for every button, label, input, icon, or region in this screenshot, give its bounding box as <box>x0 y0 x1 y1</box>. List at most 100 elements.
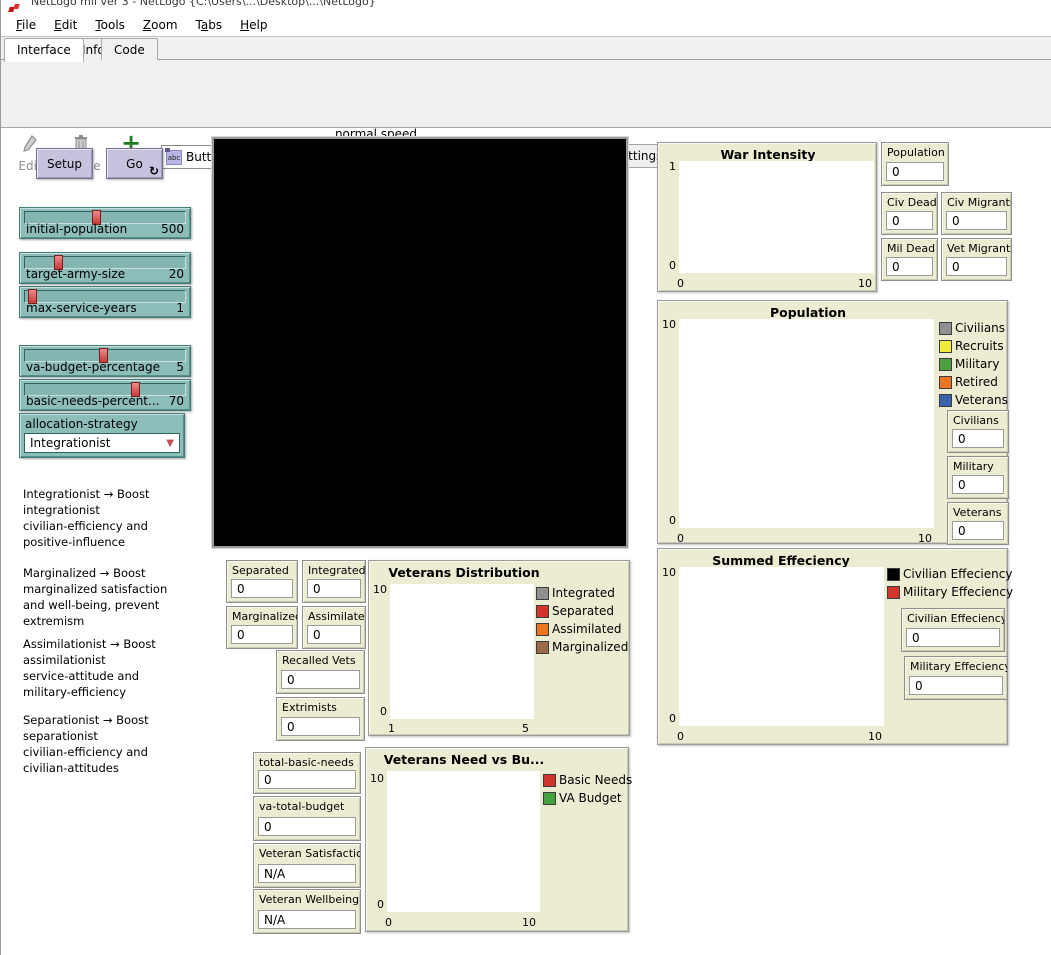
slider-va-budget-percentage[interactable]: va-budget-percentage5 <box>19 345 191 377</box>
plot-canvas <box>679 319 934 528</box>
monitor-label: Integrated <box>308 564 365 577</box>
legend-swatch <box>939 358 952 371</box>
legend-label: Separated <box>552 604 614 618</box>
slider-initial-population[interactable]: initial-population 500 <box>19 207 191 239</box>
chooser-label: allocation-strategy <box>25 417 184 431</box>
monitor-value: 0 <box>307 579 361 598</box>
monitor-value: 0 <box>281 717 360 736</box>
monitor-label: Marginalized <box>232 610 297 623</box>
menu-file[interactable]: File <box>7 15 45 35</box>
chooser-dropdown-icon: ▼ <box>166 438 174 449</box>
legend-swatch <box>887 568 900 581</box>
plot-canvas <box>679 567 884 726</box>
slider-value: 70 <box>169 394 184 408</box>
legend-label: Retired <box>955 375 998 389</box>
slider-target-army-size[interactable]: target-army-size20 <box>19 252 191 284</box>
legend-label: Marginalized <box>552 640 628 654</box>
legend-label: Recruits <box>955 339 1004 353</box>
netlogo-window: NetLogo mil ver 3 - NetLogo {C:\Users\..… <box>0 0 1051 955</box>
chooser-allocation-strategy[interactable]: allocation-strategy Integrationist ▼ <box>19 413 185 458</box>
legend-swatch <box>939 394 952 407</box>
forever-icon: ↻ <box>149 166 159 176</box>
slider-basic-needs-percent[interactable]: basic-needs-percent... 70 <box>19 379 191 411</box>
monitor-value: 0 <box>307 625 361 644</box>
x-axis-min: 1 <box>388 722 395 735</box>
legend-swatch <box>543 792 556 805</box>
monitor-label: Extrimists <box>282 701 364 714</box>
legend-swatch <box>887 586 900 599</box>
monitor-total-basic-needs: total-basic-needs 0 <box>253 752 361 794</box>
y-axis-max: 10 <box>660 566 676 579</box>
monitor-value: 0 <box>258 817 356 836</box>
monitor-label: Military <box>953 460 1008 473</box>
plot-canvas <box>679 161 874 273</box>
monitor-separated: Separated 0 <box>226 560 298 603</box>
monitor-va-total-budget: va-total-budget 0 <box>253 796 361 841</box>
y-axis-min: 0 <box>660 514 676 527</box>
x-axis-max: 5 <box>522 722 529 735</box>
slider-label: basic-needs-percent... <box>26 394 159 408</box>
world-view <box>212 137 628 548</box>
note-marginalized: Marginalized → Boost marginalized satisf… <box>23 565 191 629</box>
tab-strip: Interface Info Code <box>1 36 1051 60</box>
menu-edit[interactable]: Edit <box>45 15 86 35</box>
monitor-label: Veteran Satisfaction <box>259 847 360 860</box>
monitor-population: Population 0 <box>881 142 949 186</box>
x-axis-min: 0 <box>677 532 684 545</box>
tab-interface[interactable]: Interface <box>4 38 84 62</box>
menu-tools[interactable]: Tools <box>86 15 134 35</box>
y-axis-max: 10 <box>368 772 384 785</box>
monitor-vet-migrants: Vet Migrants 0 <box>941 238 1012 281</box>
plot-veterans-distribution: Veterans Distribution 10 0 1 5 Integrate… <box>368 560 630 736</box>
menu-tabs[interactable]: Tabs <box>187 15 232 35</box>
chooser-select[interactable]: Integrationist ▼ <box>24 433 180 453</box>
note-integrationist: Integrationist → Boost integrationist ci… <box>23 486 191 550</box>
monitor-label: Separated <box>232 564 297 577</box>
plot-title: Population <box>658 305 958 320</box>
monitor-value: 0 <box>946 257 1007 276</box>
monitor-label: Civ Migrants <box>947 196 1011 209</box>
slider-label: initial-population <box>26 222 127 236</box>
monitor-recalled-vets: Recalled Vets 0 <box>276 650 365 694</box>
monitor-military: Military 0 <box>947 456 1009 499</box>
monitor-value: N/A <box>258 910 356 929</box>
monitor-label: Population <box>887 146 948 159</box>
monitor-value: 0 <box>258 770 356 789</box>
monitor-label: Mil Dead <box>887 242 937 255</box>
monitor-value: N/A <box>258 864 356 883</box>
monitor-value: 0 <box>906 628 1000 647</box>
slider-max-service-years[interactable]: max-service-years1 <box>19 286 191 318</box>
monitor-veteran-wellbeing: Veteran Wellbeing N/A <box>253 889 361 934</box>
legend-label: Civilians <box>955 321 1005 335</box>
tab-code[interactable]: Code <box>101 38 158 61</box>
monitor-label: va-total-budget <box>259 800 360 813</box>
legend-swatch <box>536 641 549 654</box>
interface-toolbar: Edit Delete + Add abc Button ▼ normal sp… <box>1 60 1051 128</box>
x-axis-max: 10 <box>858 277 872 290</box>
monitor-veterans: Veterans 0 <box>947 502 1009 545</box>
plot-legend: Basic Needs VA Budget <box>543 771 632 807</box>
legend-label: Military Effeciency <box>903 585 1013 599</box>
slider-value: 500 <box>161 222 184 236</box>
slider-label: max-service-years <box>26 301 137 315</box>
menu-zoom[interactable]: Zoom <box>134 15 187 35</box>
y-axis-max: 10 <box>371 583 387 596</box>
legend-swatch <box>939 376 952 389</box>
netlogo-app-icon <box>9 4 20 13</box>
go-button[interactable]: Go ↻ <box>106 148 163 179</box>
monitor-value: 0 <box>886 211 933 230</box>
monitor-label: total-basic-needs <box>259 756 360 769</box>
plot-canvas <box>390 584 534 719</box>
monitor-military-effeciency: Military Effeciency 0 <box>904 656 1008 700</box>
setup-button[interactable]: Setup <box>36 148 93 179</box>
monitor-label: Civilians <box>953 414 1008 427</box>
menu-help[interactable]: Help <box>231 15 276 35</box>
plot-title: Summed Effeciency <box>658 553 904 568</box>
note-separationist: Separationist → Boost separationist civi… <box>23 712 191 776</box>
y-axis-min: 0 <box>368 898 384 911</box>
plot-legend: Civilian Effeciency Military Effeciency <box>887 565 1013 601</box>
monitor-value: 0 <box>886 257 933 276</box>
slider-label: va-budget-percentage <box>26 360 160 374</box>
plot-legend: Civilians Recruits Military Retired Vete… <box>939 319 1008 409</box>
monitor-extrimists: Extrimists 0 <box>276 697 365 741</box>
